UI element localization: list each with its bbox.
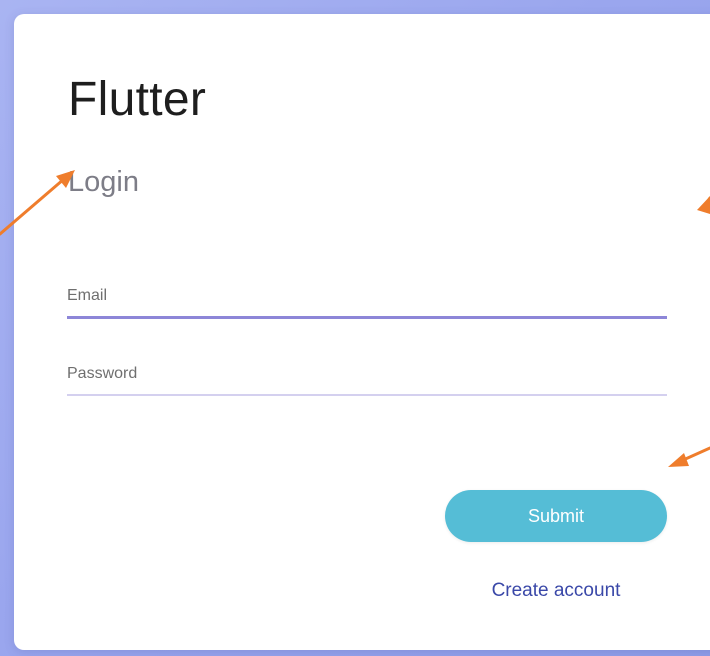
login-card: Flutter Login Submit Create account: [14, 14, 710, 650]
email-field: [67, 276, 667, 319]
app-title: Flutter: [68, 73, 207, 126]
email-input[interactable]: [67, 276, 667, 316]
password-underline: [67, 394, 667, 396]
page-subtitle: Login: [68, 166, 139, 198]
password-field: [67, 354, 667, 396]
email-underline: [67, 316, 667, 319]
create-account-link[interactable]: Create account: [445, 580, 667, 602]
submit-button[interactable]: Submit: [445, 490, 667, 542]
password-input[interactable]: [67, 354, 667, 394]
